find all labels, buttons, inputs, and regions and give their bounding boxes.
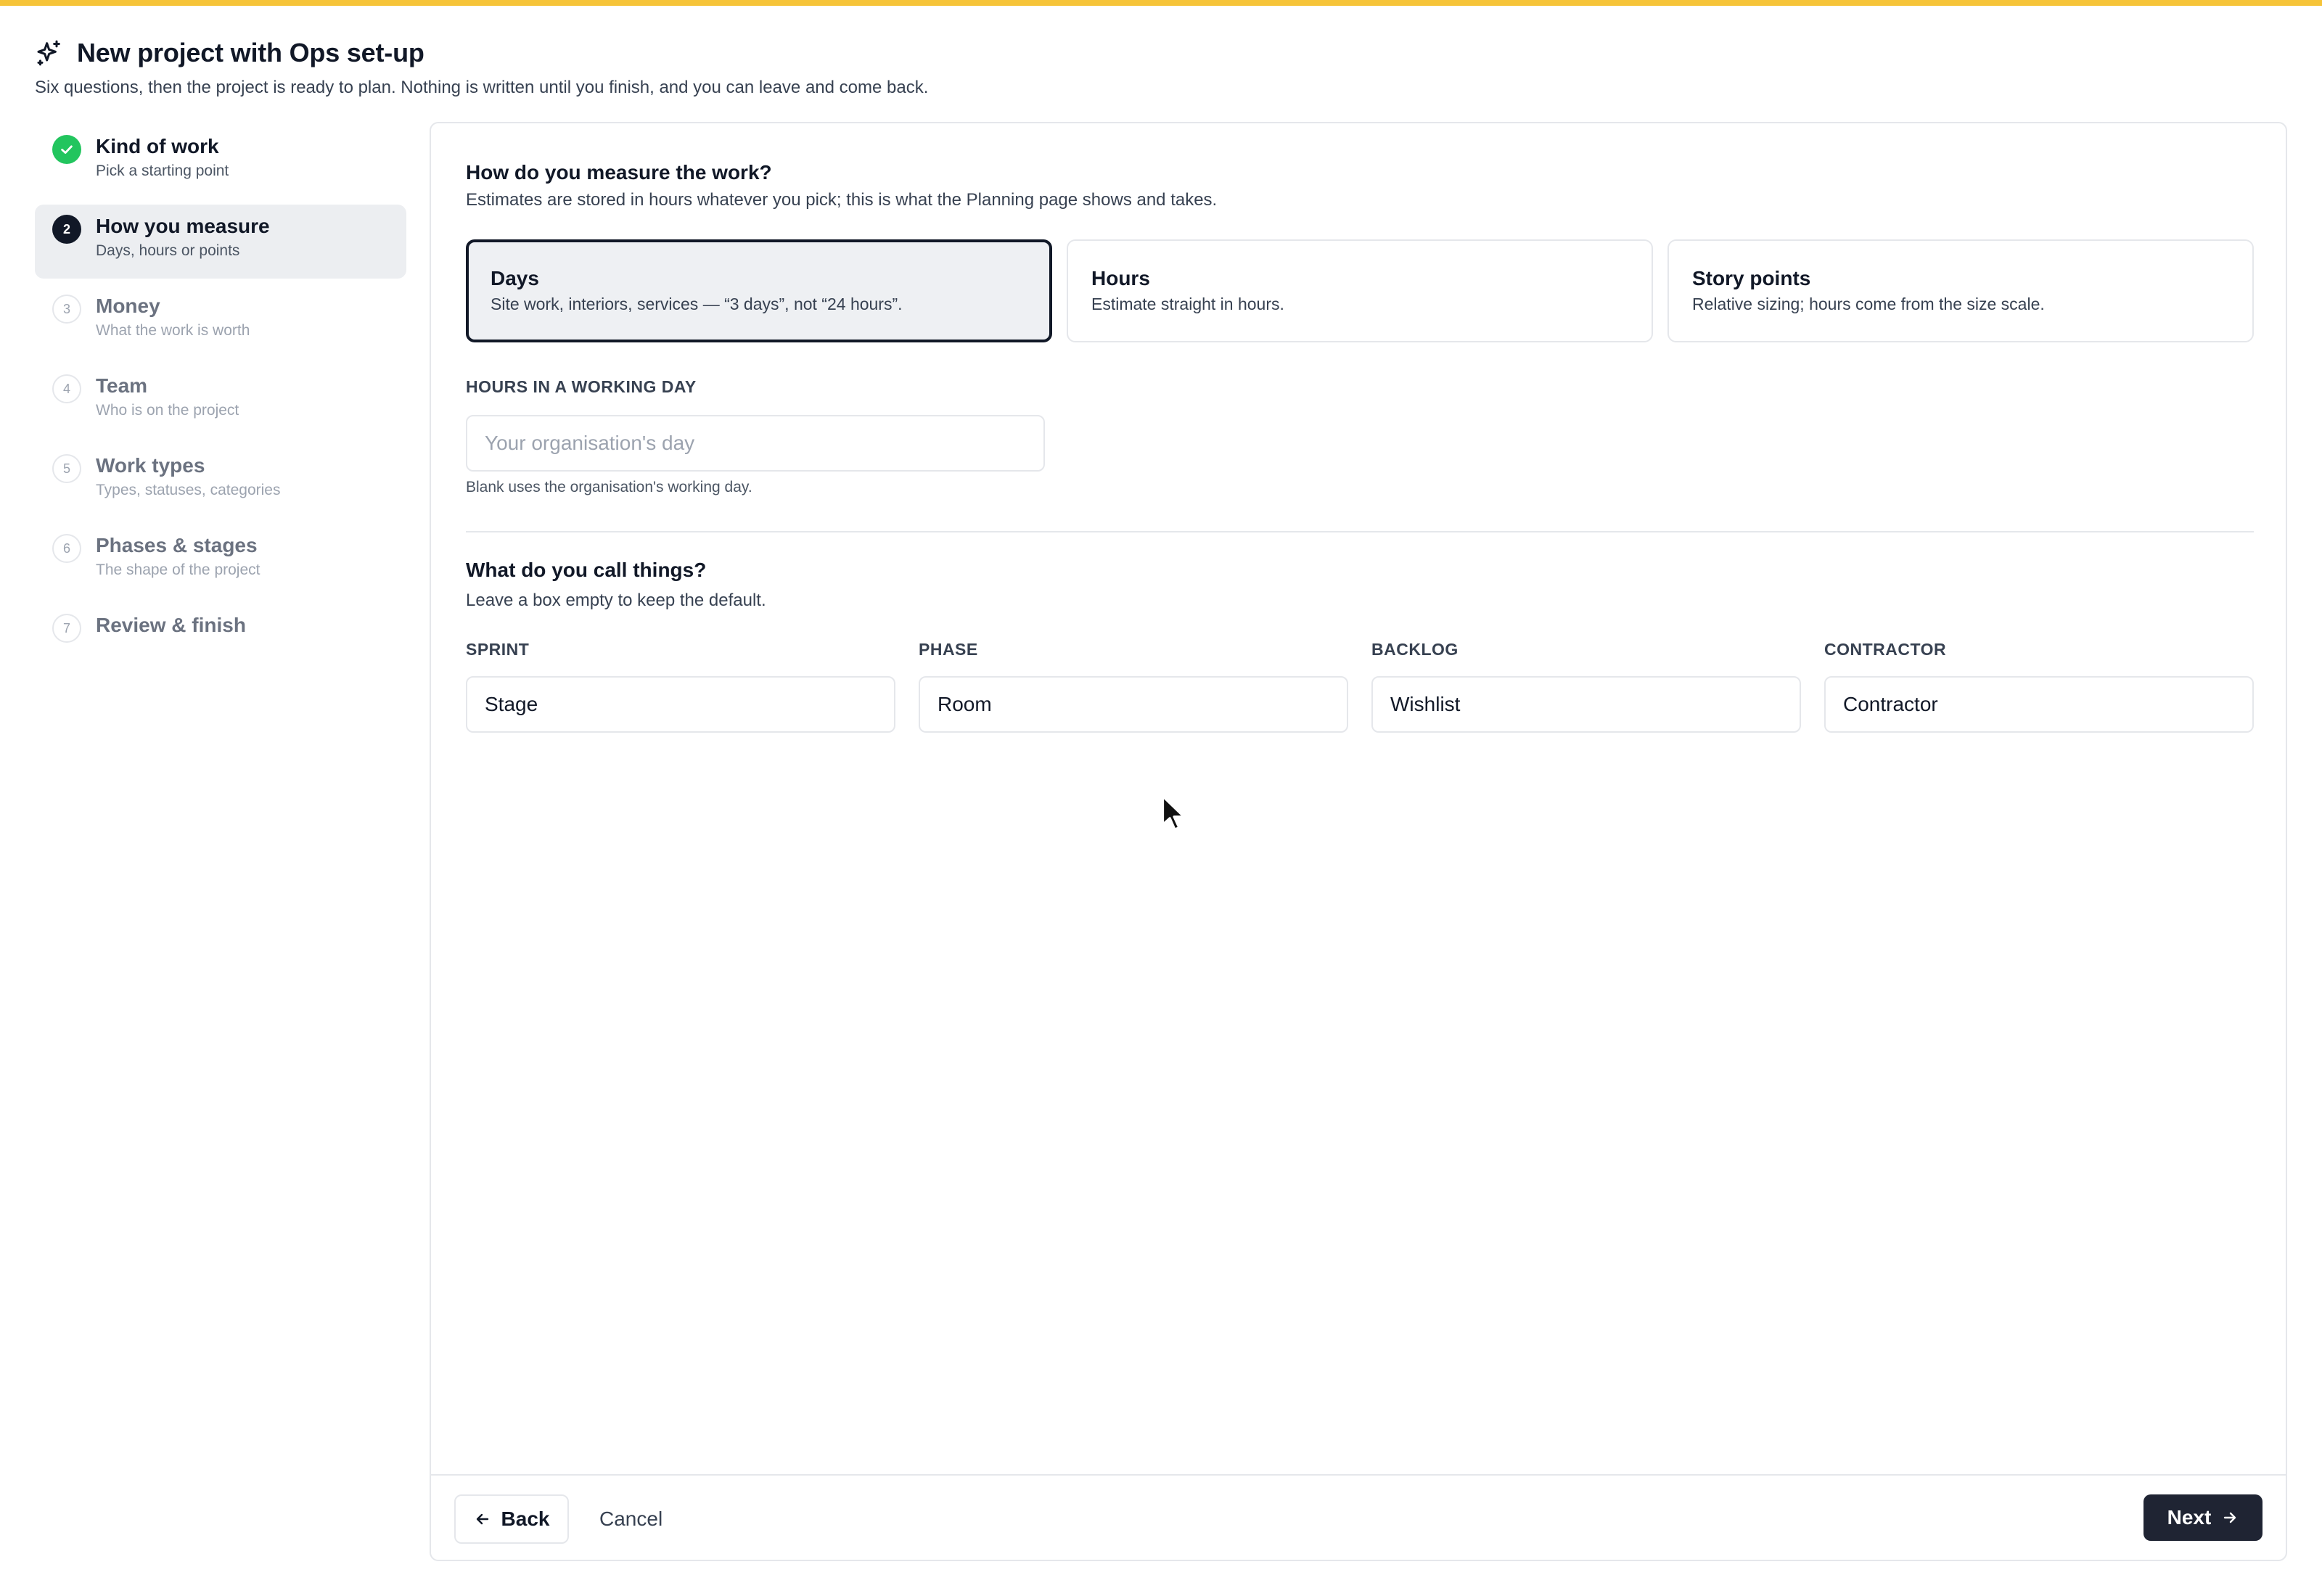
sparkles-icon xyxy=(37,40,60,66)
step-kind-of-work[interactable]: Kind of work Pick a starting point xyxy=(35,125,406,199)
measure-question-title: How do you measure the work? xyxy=(466,161,772,184)
step-subtitle: Who is on the project xyxy=(96,402,239,419)
option-title: Hours xyxy=(1091,267,1150,289)
step-subtitle: What the work is worth xyxy=(96,322,250,339)
page-title: New project with Ops set-up xyxy=(77,38,424,67)
next-button[interactable]: Next xyxy=(2143,1494,2262,1541)
working-day-label: Hours in a working day xyxy=(466,377,697,396)
working-day-help: Blank uses the organisation's working da… xyxy=(466,479,752,495)
step-money[interactable]: 3 Money What the work is worth xyxy=(35,284,406,358)
contractor-name-input[interactable] xyxy=(1824,676,2254,733)
step-number-badge: 5 xyxy=(52,454,81,483)
main-panel: How do you measure the work? Estimates a… xyxy=(430,122,2287,1561)
step-title: Work types xyxy=(96,454,205,477)
step-title: Money xyxy=(96,295,160,317)
step-title: Review & finish xyxy=(96,614,246,636)
option-description: Site work, interiors, services — “3 days… xyxy=(491,295,903,313)
top-accent-bar xyxy=(0,0,2322,6)
step-subtitle: Types, statuses, categories xyxy=(96,482,281,498)
back-button[interactable]: Back xyxy=(454,1494,569,1544)
next-button-label: Next xyxy=(2167,1506,2212,1529)
step-number-badge: 4 xyxy=(52,374,81,403)
step-number-badge: 7 xyxy=(52,614,81,643)
step-team[interactable]: 4 Team Who is on the project xyxy=(35,364,406,438)
option-title: Days xyxy=(491,267,539,289)
section-divider xyxy=(466,531,2254,532)
step-subtitle: Days, hours or points xyxy=(96,242,240,259)
step-title: How you measure xyxy=(96,215,270,237)
step-title: Kind of work xyxy=(96,135,219,157)
step-subtitle: The shape of the project xyxy=(96,562,260,578)
footer-divider xyxy=(431,1474,2286,1476)
mouse-cursor-icon xyxy=(1162,795,1186,831)
option-days[interactable]: Days Site work, interiors, services — “3… xyxy=(466,239,1052,342)
step-title: Team xyxy=(96,374,148,397)
backlog-name-input[interactable] xyxy=(1371,676,1801,733)
phase-name-input[interactable] xyxy=(919,676,1348,733)
contractor-label: Contractor xyxy=(1824,640,1947,659)
option-description: Estimate straight in hours. xyxy=(1091,295,1284,313)
measure-question-subtitle: Estimates are stored in hours whatever y… xyxy=(466,190,1218,210)
cancel-button[interactable]: Cancel xyxy=(599,1507,662,1531)
naming-question-subtitle: Leave a box empty to keep the default. xyxy=(466,591,766,610)
page-header: New project with Ops set-up xyxy=(35,38,424,68)
step-subtitle: Pick a starting point xyxy=(96,163,229,179)
step-number-badge: 6 xyxy=(52,534,81,563)
step-how-you-measure[interactable]: 2 How you measure Days, hours or points xyxy=(35,205,406,279)
arrow-left-icon xyxy=(476,1513,488,1525)
backlog-label: Backlog xyxy=(1371,640,1459,659)
sprint-label: Sprint xyxy=(466,640,530,659)
option-description: Relative sizing; hours come from the siz… xyxy=(1692,295,2045,313)
option-story-points[interactable]: Story points Relative sizing; hours come… xyxy=(1667,239,2254,342)
step-number-badge: 2 xyxy=(52,215,81,244)
step-work-types[interactable]: 5 Work types Types, statuses, categories xyxy=(35,444,406,518)
page-subtitle: Six questions, then the project is ready… xyxy=(35,78,929,97)
option-hours[interactable]: Hours Estimate straight in hours. xyxy=(1067,239,1653,342)
phase-label: Phase xyxy=(919,640,978,659)
back-button-label: Back xyxy=(501,1507,550,1530)
step-phases-stages[interactable]: 6 Phases & stages The shape of the proje… xyxy=(35,524,406,598)
arrow-right-icon xyxy=(2224,1512,2236,1523)
check-icon xyxy=(52,135,81,164)
wizard-steps: Kind of work Pick a starting point 2 How… xyxy=(35,125,406,683)
naming-question-title: What do you call things? xyxy=(466,559,707,581)
step-title: Phases & stages xyxy=(96,534,258,556)
step-review-finish[interactable]: 7 Review & finish xyxy=(35,604,406,678)
working-day-input[interactable] xyxy=(466,415,1045,472)
step-number-badge: 3 xyxy=(52,295,81,324)
sprint-name-input[interactable] xyxy=(466,676,895,733)
option-title: Story points xyxy=(1692,267,1811,289)
